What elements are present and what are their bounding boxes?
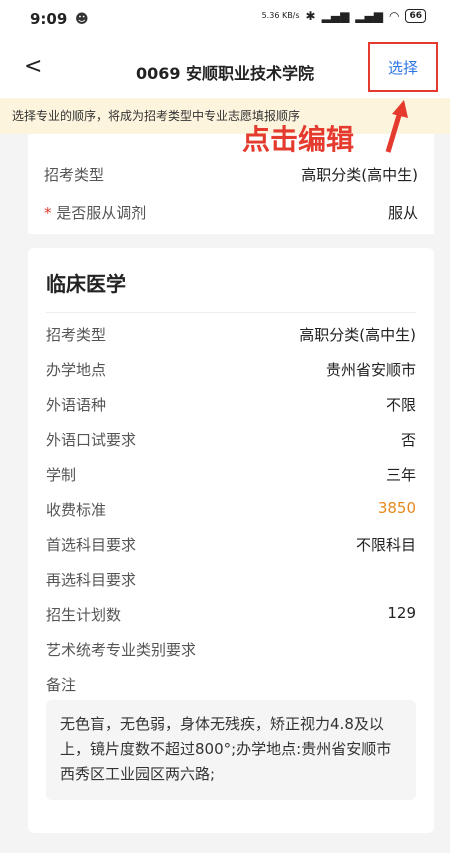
detail-row: 外语口试要求 否 — [46, 429, 416, 450]
detail-label: 招生计划数 — [46, 606, 122, 624]
detail-label: 招考类型 — [46, 326, 107, 344]
status-bar: 9:09 ☻ 5.36 KB/s ✱ ▂▄▆ ▂▄▆ ◠ 66 — [0, 0, 450, 40]
detail-row: 再选科目要求 — [46, 569, 416, 590]
major-card: 临床医学 招考类型 高职分类(高中生) 办学地点 贵州省安顺市 外语语种 不限 … — [28, 248, 434, 833]
detail-label: 办学地点 — [46, 361, 107, 379]
detail-row: 艺术统考专业类别要求 — [46, 639, 416, 660]
detail-label: 再选科目要求 — [46, 571, 137, 589]
detail-value: 否 — [400, 431, 416, 449]
adjust-value: 服从 — [387, 204, 418, 222]
detail-row: 招考类型 高职分类(高中生) — [46, 324, 416, 345]
detail-row: 首选科目要求 不限科目 — [46, 534, 416, 555]
detail-row: 办学地点 贵州省安顺市 — [46, 359, 416, 380]
required-mark: * — [44, 204, 52, 222]
exam-settings-card: 招考类型 高职分类(高中生) * 是否服从调剂 服从 — [28, 134, 434, 234]
detail-label: 外语语种 — [46, 396, 107, 414]
detail-label: 学制 — [46, 466, 77, 484]
detail-label: 外语口试要求 — [46, 431, 137, 449]
signal-icon-2: ▂▄▆ — [355, 9, 383, 23]
notification-icon: ☻ — [75, 12, 89, 27]
detail-row: 收费标准 3850 — [46, 499, 416, 520]
detail-row: 学制 三年 — [46, 464, 416, 485]
detail-value: 贵州省安顺市 — [325, 361, 416, 379]
status-icons: 5.36 KB/s ✱ ▂▄▆ ▂▄▆ ◠ 66 — [262, 9, 426, 23]
battery-icon: 66 — [405, 9, 426, 23]
annotation-arrow-icon — [385, 100, 408, 153]
exam-type-row[interactable]: 招考类型 高职分类(高中生) — [44, 164, 418, 185]
fee-value: 3850 — [377, 499, 416, 517]
wifi-icon: ◠ — [388, 9, 400, 23]
annotation-text: 点击编辑 — [242, 123, 355, 156]
bluetooth-icon: ✱ — [305, 9, 316, 23]
adjust-row[interactable]: * 是否服从调剂 服从 — [44, 202, 418, 223]
remark-box: 无色盲，无色弱，身体无残疾，矫正视力4.8及以上，镜片度数不超过800°;办学地… — [46, 700, 416, 800]
nav-bar: < 0069 安顺职业技术学院 选择 — [0, 40, 450, 98]
adjust-label: * 是否服从调剂 — [44, 202, 146, 223]
detail-label: 艺术统考专业类别要求 — [46, 641, 197, 659]
exam-type-label: 招考类型 — [44, 166, 105, 184]
detail-row: 外语语种 不限 — [46, 394, 416, 415]
detail-label: 备注 — [46, 676, 77, 694]
major-name: 临床医学 — [46, 272, 126, 296]
network-speed: 5.36 KB/s — [261, 11, 300, 20]
exam-type-value: 高职分类(高中生) — [301, 166, 418, 184]
detail-value: 不限科目 — [355, 536, 416, 554]
detail-row: 招生计划数 129 — [46, 604, 416, 625]
detail-value: 129 — [387, 604, 416, 622]
signal-icon: ▂▄▆ — [321, 9, 350, 23]
status-time: 9:09 — [30, 10, 68, 28]
detail-label: 首选科目要求 — [46, 536, 137, 554]
detail-row: 备注 — [46, 674, 416, 695]
detail-value: 高职分类(高中生) — [299, 326, 416, 344]
select-button[interactable]: 选择 — [368, 42, 438, 92]
detail-label: 收费标准 — [46, 501, 107, 519]
detail-value: 三年 — [385, 466, 416, 484]
detail-value: 不限 — [385, 396, 416, 414]
adjust-label-text: 是否服从调剂 — [56, 204, 147, 222]
divider — [46, 312, 416, 313]
